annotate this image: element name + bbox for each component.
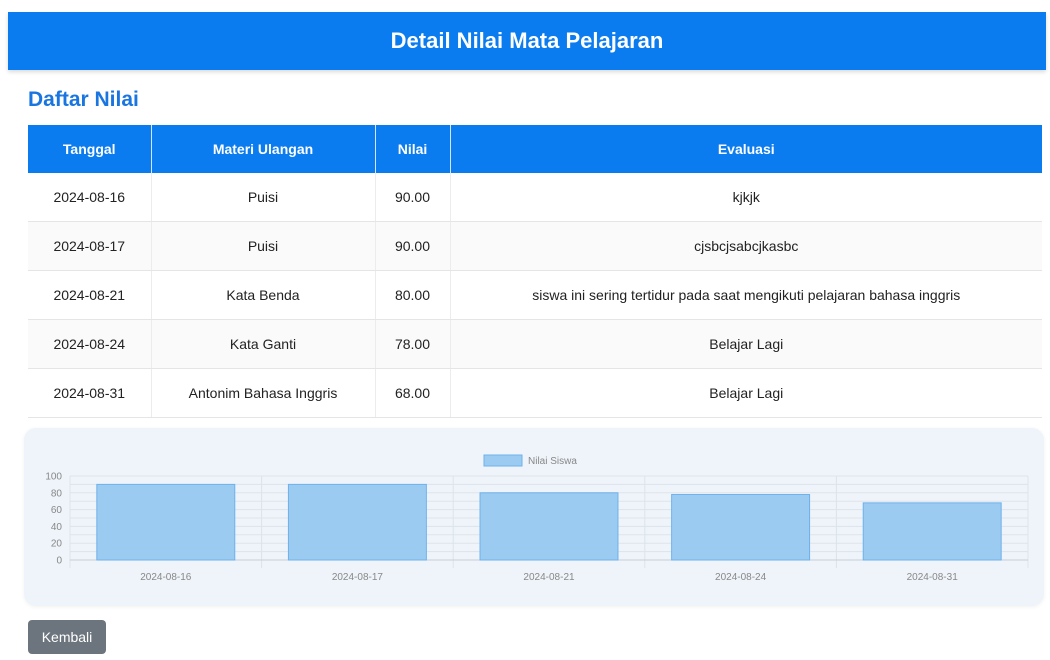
- table-row: 2024-08-24 Kata Ganti 78.00 Belajar Lagi: [28, 319, 1042, 369]
- cell-tanggal: 2024-08-17: [28, 221, 152, 271]
- legend-swatch: [483, 454, 523, 467]
- cell-evaluasi: siswa ini sering tertidur pada saat meng…: [450, 270, 1042, 320]
- cell-evaluasi: Belajar Lagi: [450, 368, 1042, 418]
- cell-evaluasi: Belajar Lagi: [450, 319, 1042, 369]
- table-header-row: Tanggal Materi Ulangan Nilai Evaluasi: [28, 125, 1042, 173]
- y-tick-label: 0: [56, 556, 62, 567]
- cell-nilai: 90.00: [375, 173, 451, 222]
- table-row: 2024-08-16 Puisi 90.00 kjkjk: [28, 173, 1042, 222]
- cell-materi: Puisi: [151, 221, 376, 271]
- back-button[interactable]: Kembali: [28, 620, 106, 654]
- cell-nilai: 90.00: [375, 221, 451, 271]
- cell-tanggal: 2024-08-16: [28, 173, 152, 222]
- table-row: 2024-08-17 Puisi 90.00 cjsbcjsabcjkasbc: [28, 221, 1042, 271]
- chart-bar: [479, 492, 619, 561]
- chart-card: Nilai Siswa 0 20 40 60 80 100 2024-08-16 2024-08…: [24, 428, 1044, 606]
- y-tick-label: 80: [51, 488, 63, 499]
- cell-materi: Kata Ganti: [151, 319, 376, 369]
- cell-materi: Kata Benda: [151, 270, 376, 320]
- chart-bar: [862, 502, 1002, 561]
- cell-tanggal: 2024-08-24: [28, 319, 152, 369]
- cell-nilai: 78.00: [375, 319, 451, 369]
- section-title: Daftar Nilai: [28, 88, 139, 111]
- table-row: 2024-08-21 Kata Benda 80.00 siswa ini se…: [28, 270, 1042, 320]
- x-tick-label: 2024-08-17: [332, 572, 384, 583]
- legend-label: Nilai Siswa: [528, 456, 577, 467]
- y-tick-label: 20: [51, 539, 63, 550]
- grades-table: Tanggal Materi Ulangan Nilai Evaluasi 20…: [28, 125, 1042, 418]
- cell-nilai: 68.00: [375, 368, 451, 418]
- header-evaluasi[interactable]: Evaluasi: [450, 125, 1042, 173]
- cell-tanggal: 2024-08-31: [28, 368, 152, 418]
- header-tanggal[interactable]: Tanggal: [28, 125, 152, 173]
- page-header: Detail Nilai Mata Pelajaran: [8, 12, 1046, 70]
- x-tick-label: 2024-08-24: [715, 572, 767, 583]
- cell-evaluasi: cjsbcjsabcjkasbc: [450, 221, 1042, 271]
- header-materi[interactable]: Materi Ulangan: [151, 125, 376, 173]
- chart-bar: [287, 483, 427, 561]
- cell-materi: Antonim Bahasa Inggris: [151, 368, 376, 418]
- header-nilai[interactable]: Nilai: [375, 125, 451, 173]
- cell-nilai: 80.00: [375, 270, 451, 320]
- cell-materi: Puisi: [151, 173, 376, 222]
- cell-tanggal: 2024-08-21: [28, 270, 152, 320]
- x-tick-label: 2024-08-16: [140, 572, 192, 583]
- x-tick-label: 2024-08-31: [907, 572, 959, 583]
- x-tick-label: 2024-08-21: [523, 572, 575, 583]
- cell-evaluasi: kjkjk: [450, 173, 1042, 222]
- chart-bar: [671, 493, 811, 561]
- table-row: 2024-08-31 Antonim Bahasa Inggris 68.00 …: [28, 368, 1042, 418]
- y-tick-label: 40: [51, 522, 63, 533]
- page-title: Detail Nilai Mata Pelajaran: [390, 28, 664, 53]
- y-tick-label: 100: [45, 472, 62, 483]
- chart-bar: [96, 483, 236, 561]
- bar-chart: Nilai Siswa 0 20 40 60 80 100 2024-08-16 2024-08…: [45, 454, 1029, 583]
- y-tick-label: 60: [51, 505, 63, 516]
